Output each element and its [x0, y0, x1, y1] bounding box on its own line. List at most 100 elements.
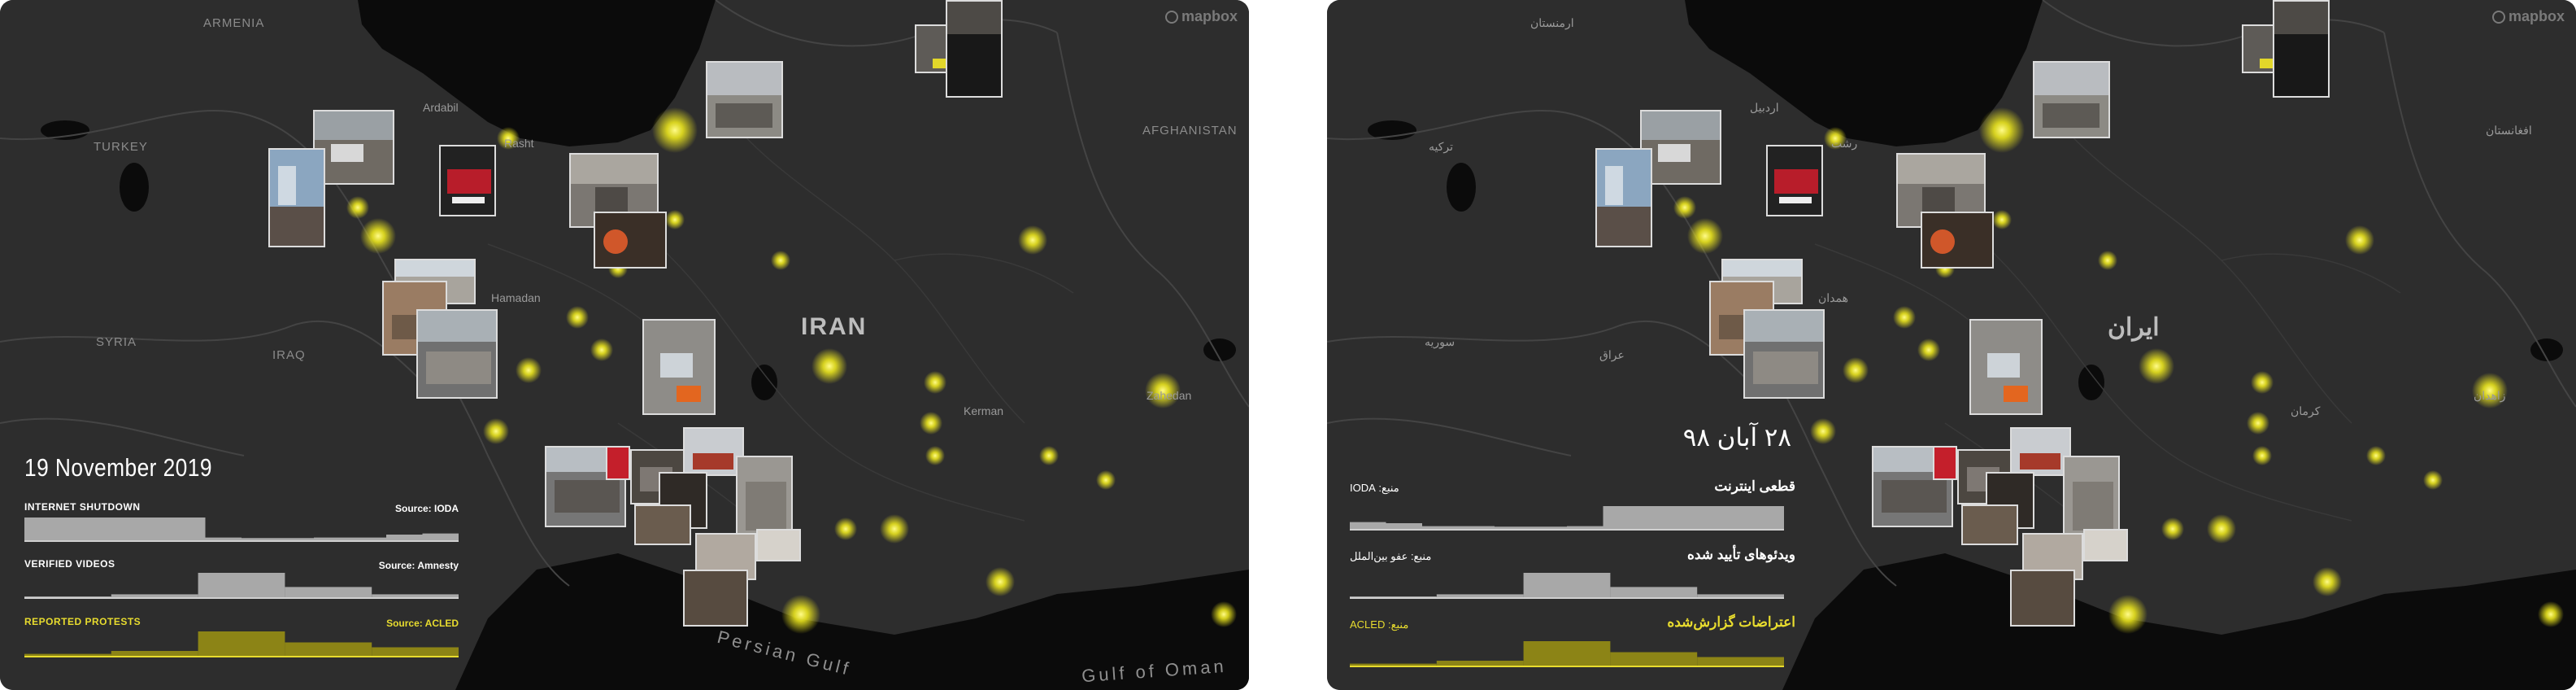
- city-label-zahedan: Zahedan: [1147, 389, 1192, 402]
- mapbox-wordmark: mapbox: [2508, 8, 2565, 24]
- sparkline-internet-shutdown: [24, 518, 459, 542]
- protest-dot: [2538, 601, 2564, 627]
- indicator-label-reported-protests: REPORTED PROTESTS: [24, 616, 141, 627]
- protest-dot: [360, 218, 396, 254]
- indicator-label-internet-shutdown: INTERNET SHUTDOWN: [24, 501, 141, 513]
- bar-mark: [372, 647, 459, 656]
- indicator-source-verified-videos: Source: Amnesty: [378, 560, 459, 571]
- indicator-label-verified-videos: VERIFIED VIDEOS: [24, 558, 115, 570]
- protest-dot: [1979, 107, 2025, 153]
- sparkline-reported-protests: [1350, 641, 1784, 667]
- protest-dot: [920, 412, 942, 435]
- mapbox-logo: mapbox: [2491, 8, 2565, 25]
- video-thumbnail[interactable]: [439, 145, 496, 216]
- city-label-rasht: Rasht: [504, 137, 534, 150]
- country-label-iraq: عراق: [1599, 348, 1625, 361]
- date-heading: 19 November 2019: [24, 453, 212, 482]
- bar-mark: [198, 631, 285, 656]
- bar-mark: [285, 587, 372, 597]
- video-thumbnail[interactable]: [1961, 504, 2018, 545]
- video-thumbnail[interactable]: [2010, 427, 2071, 476]
- protest-dot: [1096, 470, 1116, 490]
- bar-mark: [1523, 641, 1611, 666]
- indicator-source-verified-videos: منبع: عفو بین‌الملل: [1350, 550, 1432, 562]
- bar-mark: [111, 594, 198, 597]
- city-label-ardabil: اردبیل: [1750, 101, 1779, 114]
- country-label-turkey: TURKEY: [94, 140, 148, 154]
- protest-dot: [924, 371, 946, 394]
- bar-mark: [198, 573, 285, 597]
- country-label-syria: SYRIA: [96, 335, 137, 349]
- video-thumbnail[interactable]: [2273, 0, 2330, 98]
- bar-mark: [285, 642, 372, 656]
- area-mark: [24, 518, 459, 542]
- protest-dot: [880, 514, 909, 544]
- indicator-label-verified-videos: ویدئوهای تأیید شده: [1686, 547, 1795, 562]
- protest-dot: [2313, 567, 2342, 596]
- video-thumbnail[interactable]: [706, 61, 783, 138]
- video-thumbnail[interactable]: [1743, 309, 1825, 399]
- country-label-iran: IRAN: [801, 313, 868, 340]
- video-thumbnail[interactable]: [1595, 148, 1652, 247]
- protest-dot: [2247, 412, 2269, 435]
- video-thumbnail[interactable]: [313, 110, 394, 185]
- protest-dot: [1211, 601, 1237, 627]
- city-label-zahedan: زاهدان: [2474, 389, 2506, 402]
- bar-mark: [111, 651, 198, 656]
- video-thumbnail[interactable]: [946, 0, 1003, 98]
- bar-mark: [1350, 663, 1437, 666]
- video-thumbnail[interactable]: [594, 212, 667, 269]
- country-label-afghanistan: AFGHANISTAN: [1142, 124, 1238, 138]
- video-thumbnail[interactable]: [416, 309, 498, 399]
- video-thumbnail[interactable]: [1969, 319, 2043, 415]
- protest-dot: [925, 446, 945, 465]
- video-thumbnail[interactable]: [268, 148, 325, 247]
- video-thumbnail[interactable]: [1640, 110, 1721, 185]
- protest-dot: [590, 338, 613, 361]
- mapbox-icon: [2491, 11, 2505, 24]
- lake-urmia: [120, 163, 149, 212]
- bar-mark: [1436, 661, 1524, 666]
- video-thumbnail[interactable]: [1921, 212, 1994, 269]
- city-label-kerman: کرمان: [2291, 404, 2321, 417]
- protest-dot: [1917, 338, 1940, 361]
- protest-dot: [665, 210, 685, 229]
- protest-dot: [2345, 225, 2374, 255]
- bar-mark: [1697, 657, 1784, 666]
- protest-dot: [1039, 446, 1059, 465]
- mapbox-icon: [1164, 11, 1178, 24]
- mapbox-wordmark: mapbox: [1181, 8, 1238, 24]
- video-thumbnail[interactable]: [2083, 529, 2128, 561]
- map-panel-english[interactable]: ARMENIA TURKEY SYRIA IRAQ AFGHANISTAN IR…: [0, 0, 1249, 690]
- series-reported-protests: [24, 631, 459, 657]
- indicator-source-internet-shutdown: Source: IODA: [394, 503, 459, 514]
- video-thumbnail[interactable]: [634, 504, 691, 545]
- video-thumbnail[interactable]: [2010, 570, 2075, 627]
- protest-dot: [2252, 446, 2272, 465]
- video-thumbnail[interactable]: [1766, 145, 1823, 216]
- video-thumbnail[interactable]: [683, 427, 744, 476]
- protest-dot: [1843, 357, 1869, 383]
- country-label-turkey: ترکیه: [1429, 140, 1454, 153]
- indicator-source-internet-shutdown: منبع: IODA: [1350, 482, 1399, 494]
- city-label-hamadan: Hamadan: [491, 291, 541, 304]
- protest-dot: [1992, 210, 2012, 229]
- map-panel-persian[interactable]: ارمنستان ترکیه سوریه عراق افغانستان ایرا…: [1327, 0, 2576, 690]
- lake-small: [2078, 365, 2104, 400]
- protest-dot: [2161, 518, 2184, 540]
- video-thumbnail[interactable]: [683, 570, 748, 627]
- protest-dot: [2366, 446, 2386, 465]
- date-heading: ۲۸ آبان ۹۸: [1682, 423, 1791, 452]
- protest-dot: [1893, 306, 1916, 329]
- series-internet-shutdown: [1350, 506, 1784, 531]
- video-thumbnail[interactable]: [1933, 446, 1957, 480]
- lake-small: [751, 365, 777, 400]
- video-thumbnail[interactable]: [756, 529, 801, 561]
- protest-dot: [2098, 251, 2117, 270]
- video-thumbnail[interactable]: [642, 319, 716, 415]
- country-label-armenia: ARMENIA: [203, 16, 265, 30]
- video-thumbnail[interactable]: [2033, 61, 2110, 138]
- video-thumbnail[interactable]: [606, 446, 630, 480]
- series-verified-videos: [1350, 573, 1784, 599]
- bar-mark: [1350, 596, 1437, 597]
